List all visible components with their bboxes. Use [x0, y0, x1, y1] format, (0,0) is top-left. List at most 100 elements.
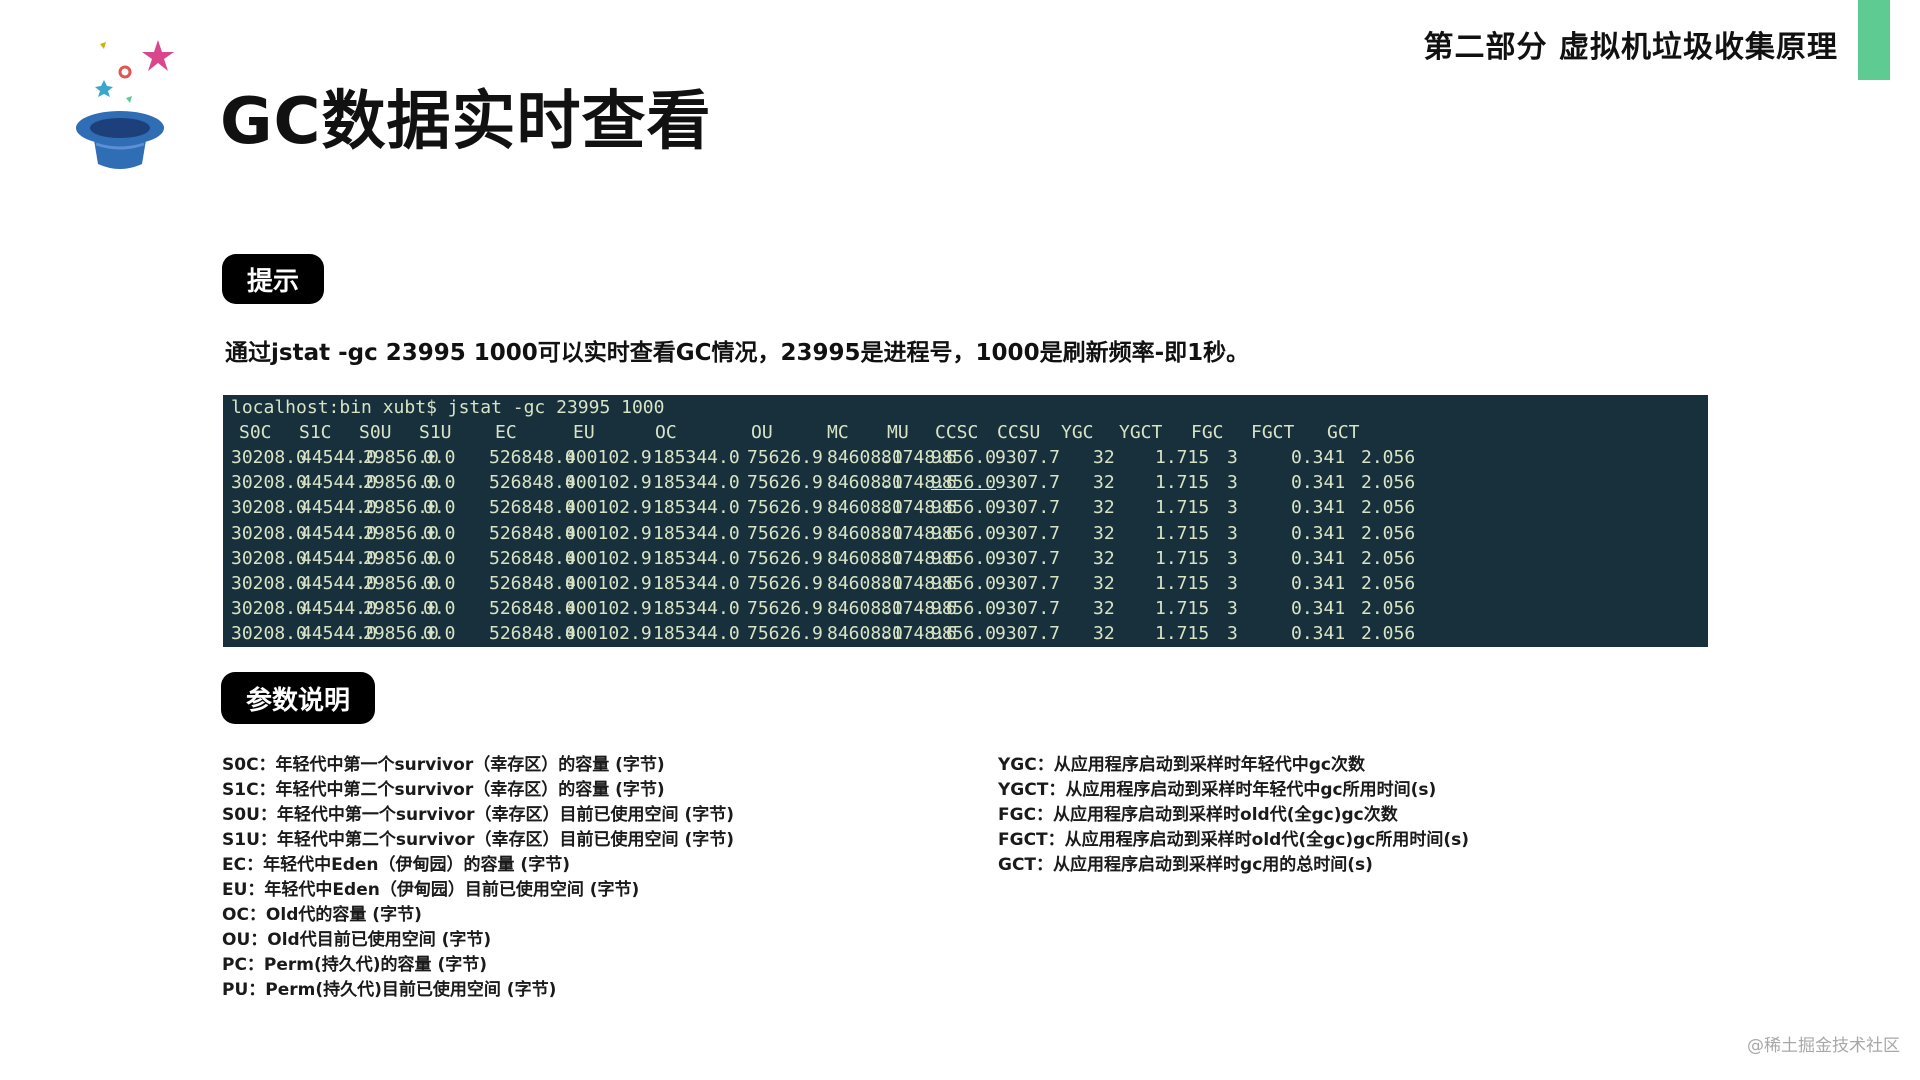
terminal-cell: 3: [1227, 623, 1238, 645]
terminal-cell: 0.0: [423, 547, 456, 569]
terminal-cell: 526848.0: [489, 472, 576, 494]
terminal-cell: 30208.0: [231, 472, 307, 494]
terminal-cell: 185344.0: [653, 623, 740, 645]
terminal-cell: 2.056: [1361, 547, 1416, 569]
terminal-cell: 0.341: [1291, 623, 1346, 645]
terminal-cell: 400102.9: [565, 472, 652, 494]
page-title: GC数据实时查看: [220, 85, 712, 159]
terminal-cell: 9856.0: [931, 472, 997, 494]
terminal-cell: 32: [1093, 522, 1115, 544]
param-description: OU：Old代目前已使用空间 (字节): [222, 930, 492, 950]
terminal-column-header: OU: [751, 422, 773, 443]
terminal-cell: 9856.0: [931, 447, 997, 468]
terminal-data-row: 30208.0 44544.0 29856.0 0.0 526848.0 400102.9…: [223, 445, 1708, 470]
terminal-column-header: S0C: [239, 422, 272, 443]
magic-hat-logo-icon: [76, 40, 174, 169]
terminal-cell: 185344.0: [653, 447, 740, 468]
terminal-cell: 30208.0: [231, 573, 307, 594]
terminal-cell: 75626.9: [747, 472, 823, 494]
terminal-cell: 3: [1227, 522, 1238, 544]
param-description: S0C：年轻代中第一个survivor（幸存区）的容量 (字节): [222, 755, 665, 775]
param-description: EU：年轻代中Eden（伊甸园）目前已使用空间 (字节): [222, 880, 640, 900]
terminal-column-header: FGCT: [1251, 422, 1295, 443]
terminal-cell: 526848.0: [489, 573, 576, 594]
terminal-cell: 1.715: [1155, 497, 1210, 519]
accent-bar: [1858, 0, 1890, 80]
terminal-cell: 32: [1093, 547, 1115, 569]
terminal-cell: 400102.9: [565, 623, 652, 645]
terminal-cell: 526848.0: [489, 497, 576, 519]
terminal-cell: 75626.9: [747, 573, 823, 594]
terminal-cell: 2.056: [1361, 472, 1416, 494]
terminal-cell: 0.0: [423, 522, 456, 544]
terminal-cell: 1.715: [1155, 522, 1210, 544]
terminal-cell: 0.341: [1291, 598, 1346, 620]
terminal-header-row: S0C S1C S0U S1U EC EU OC OU MC MU CCSC CCSU YGC YGCT F…: [223, 420, 1708, 445]
terminal-cell: 1.715: [1155, 447, 1210, 468]
terminal-cell: 75626.9: [747, 522, 823, 544]
terminal-cell: 2.056: [1361, 623, 1416, 645]
params-label: 参数说明: [221, 672, 375, 724]
terminal-cell: 75626.9: [747, 547, 823, 569]
terminal-cell: 30208.0: [231, 623, 307, 645]
terminal-cell: 9307.7: [995, 497, 1061, 519]
terminal-cell: 526848.0: [489, 598, 576, 620]
terminal-cell: 3: [1227, 547, 1238, 569]
terminal-cell: 0.341: [1291, 447, 1346, 468]
tip-text: 通过jstat -gc 23995 1000可以实时查看GC情况，23995是进…: [225, 340, 1250, 366]
terminal-cell: 9307.7: [995, 623, 1061, 645]
params-right-list: YGC：从应用程序启动到采样时年轻代中gc次数 YGCT：从应用程序启动到采样时年…: [998, 753, 1469, 878]
tip-label: 提示: [222, 254, 324, 304]
param-description: YGCT：从应用程序启动到采样时年轻代中gc所用时间(s): [998, 780, 1437, 800]
terminal-cell: 75626.9: [747, 598, 823, 620]
terminal-cell: 1.715: [1155, 623, 1210, 645]
terminal-cell: 75626.9: [747, 497, 823, 519]
terminal-column-header: YGC: [1061, 422, 1094, 443]
terminal-cell: 2.056: [1361, 573, 1416, 594]
terminal-cell: 400102.9: [565, 573, 652, 594]
terminal-cell: 2.056: [1361, 497, 1416, 519]
terminal-column-header: MU: [887, 422, 909, 443]
terminal-cell: 0.0: [423, 447, 456, 468]
terminal-cell: 32: [1093, 623, 1115, 645]
terminal-data-row: 30208.0 44544.0 29856.0 0.0 526848.0 400102.9…: [223, 470, 1708, 495]
terminal-column-header: YGCT: [1119, 422, 1163, 443]
terminal-cell: 526848.0: [489, 547, 576, 569]
terminal-cell: 2.056: [1361, 447, 1416, 468]
terminal-cell: 185344.0: [653, 547, 740, 569]
param-description: FGC：从应用程序启动到采样时old代(全gc)gc次数: [998, 805, 1398, 825]
param-description: EC：年轻代中Eden（伊甸园）的容量 (字节): [222, 855, 570, 875]
terminal-cell: 3: [1227, 598, 1238, 620]
param-description: OC：Old代的容量 (字节): [222, 905, 422, 925]
section-header: 第二部分 虚拟机垃圾收集原理: [1423, 30, 1838, 65]
params-left-list: S0C：年轻代中第一个survivor（幸存区）的容量 (字节) S1C：年轻代中…: [222, 753, 734, 1003]
terminal-cell: 75626.9: [747, 623, 823, 645]
watermark: @稀土掘金技术社区: [1747, 1036, 1900, 1056]
terminal-cell: 9307.7: [995, 598, 1061, 620]
terminal-cell: 3: [1227, 573, 1238, 594]
terminal-cell: 1.715: [1155, 472, 1210, 494]
terminal-cell: 32: [1093, 598, 1115, 620]
terminal-column-header: EU: [573, 422, 595, 443]
terminal-cell: 0.0: [423, 573, 456, 594]
terminal-data-row: 30208.0 44544.0 29856.0 0.0 526848.0 400102.9…: [223, 546, 1708, 571]
terminal-cell: 9307.7: [995, 522, 1061, 544]
terminal-cell: 9307.7: [995, 447, 1061, 468]
terminal-column-header: MC: [827, 422, 849, 443]
terminal-data-row: 30208.0 44544.0 29856.0 0.0 526848.0 400102.9…: [223, 521, 1708, 546]
param-description: S1C：年轻代中第二个survivor（幸存区）的容量 (字节): [222, 780, 665, 800]
terminal-cell: 0.341: [1291, 573, 1346, 594]
terminal-cell: 0.0: [423, 623, 456, 645]
terminal-cell: 9307.7: [995, 573, 1061, 594]
param-description: PC：Perm(持久代)的容量 (字节): [222, 955, 488, 975]
terminal-cell: 9856.0: [931, 522, 997, 544]
terminal-cell: 0.341: [1291, 472, 1346, 494]
terminal-cell: 1.715: [1155, 573, 1210, 594]
terminal-prompt: localhost:bin xubt$ jstat -gc 23995 1000: [231, 397, 665, 418]
param-description: FGCT：从应用程序启动到采样时old代(全gc)gc所用时间(s): [998, 830, 1470, 850]
terminal-cell: 185344.0: [653, 522, 740, 544]
param-description: GCT：从应用程序启动到采样时gc用的总时间(s): [998, 855, 1373, 875]
param-description: S1U：年轻代中第二个survivor（幸存区）目前已使用空间 (字节): [222, 830, 734, 850]
terminal-data-row: 30208.0 44544.0 29856.0 0.0 526848.0 400102.9…: [223, 571, 1708, 596]
terminal-cell: 400102.9: [565, 547, 652, 569]
